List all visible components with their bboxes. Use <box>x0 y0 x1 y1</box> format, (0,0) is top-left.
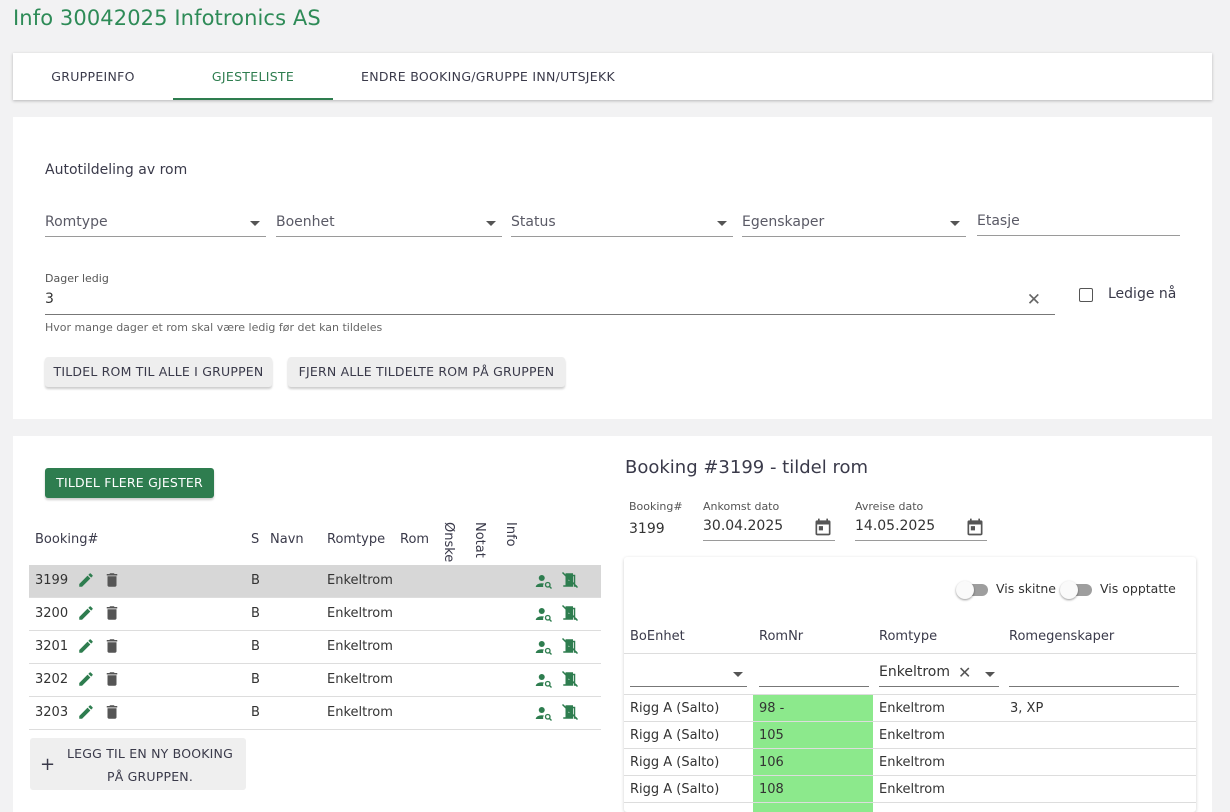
ankomst-label: Ankomst dato <box>703 500 780 513</box>
romnr-filter[interactable] <box>759 664 869 687</box>
col-romtype[interactable]: Romtype <box>327 532 385 547</box>
room-row-partial <box>624 803 1196 812</box>
col-notat[interactable]: Notat <box>472 522 487 558</box>
col-romnr[interactable]: RomNr <box>759 629 803 644</box>
col-s[interactable]: S <box>251 532 259 547</box>
trash-icon[interactable] <box>103 670 121 688</box>
clear-icon[interactable]: ✕ <box>958 663 971 682</box>
table-row[interactable]: 3199 B Enkeltrom <box>29 565 601 598</box>
autotildeling-title: Autotildeling av rom <box>45 162 188 178</box>
col-onske[interactable]: Ønske <box>441 522 456 562</box>
chevron-down-icon <box>950 221 960 226</box>
avreise-date-input[interactable]: 14.05.2025 <box>855 518 987 541</box>
no-room-icon[interactable] <box>561 670 579 688</box>
trash-icon[interactable] <box>103 637 121 655</box>
booking-number-value: 3199 <box>629 521 665 537</box>
room-row[interactable]: Rigg A (Salto) 98 - Enkeltrom 3, XP <box>624 695 1196 722</box>
autotildeling-card: Autotildeling av rom Romtype Boenhet Sta… <box>13 117 1212 419</box>
person-search-icon[interactable] <box>535 704 553 722</box>
boenhet-select[interactable]: Boenhet <box>276 214 502 237</box>
no-room-icon[interactable] <box>561 637 579 655</box>
trash-icon[interactable] <box>103 703 121 721</box>
table-row[interactable]: 3202 B Enkeltrom <box>29 664 601 697</box>
booking-heading: Booking #3199 - tildel rom <box>625 457 869 478</box>
romegenskaper-filter[interactable] <box>1009 664 1179 687</box>
person-search-icon[interactable] <box>535 671 553 689</box>
chevron-down-icon <box>486 221 496 226</box>
room-free-cell <box>753 803 873 812</box>
egenskaper-select[interactable]: Egenskaper <box>742 214 966 237</box>
calendar-icon[interactable] <box>813 517 833 537</box>
person-search-icon[interactable] <box>535 638 553 656</box>
dager-ledig-hint: Hvor mange dager et rom skal være ledig … <box>45 321 383 334</box>
edit-icon[interactable] <box>77 571 95 589</box>
legg-til-booking-button[interactable]: + LEGG TIL EN NY BOOKING PÅ GRUPPEN. <box>30 738 246 790</box>
vis-opptatte-toggle[interactable] <box>1060 581 1092 599</box>
romtype-filter[interactable]: Enkeltrom ✕ <box>879 663 999 687</box>
table-row[interactable]: 3201 B Enkeltrom <box>29 631 601 664</box>
edit-icon[interactable] <box>77 703 95 721</box>
trash-icon[interactable] <box>103 604 121 622</box>
dager-ledig-input[interactable]: 3 ✕ <box>45 290 1055 315</box>
chevron-down-icon <box>250 221 260 226</box>
col-navn[interactable]: Navn <box>270 532 304 547</box>
edit-icon[interactable] <box>77 604 95 622</box>
room-row[interactable]: Rigg A (Salto) 108 Enkeltrom <box>624 776 1196 803</box>
col-rom[interactable]: Rom <box>400 532 429 547</box>
col-boenhet[interactable]: BoEnhet <box>630 629 685 644</box>
fjern-tildelte-button[interactable]: FJERN ALLE TILDELTE ROM PÅ GRUPPEN <box>288 357 565 387</box>
table-row[interactable]: 3203 B Enkeltrom <box>29 697 601 730</box>
edit-icon[interactable] <box>77 670 95 688</box>
room-row[interactable]: Rigg A (Salto) 106 Enkeltrom <box>624 749 1196 776</box>
gjester-card: TILDEL FLERE GJESTER Booking# S Navn Rom… <box>13 436 1212 812</box>
chevron-down-icon <box>717 221 727 226</box>
etasje-input[interactable]: Etasje <box>977 213 1180 236</box>
calendar-icon[interactable] <box>965 517 985 537</box>
avreise-label: Avreise dato <box>855 500 924 513</box>
no-room-icon[interactable] <box>561 604 579 622</box>
vis-opptatte-label: Vis opptatte <box>1100 581 1176 596</box>
col-romtype[interactable]: Romtype <box>879 629 937 644</box>
no-room-icon[interactable] <box>561 703 579 721</box>
ledige-na-checkbox[interactable] <box>1079 288 1093 302</box>
room-table-header: BoEnhet RomNr Romtype Romegenskaper <box>624 617 1196 654</box>
col-booking[interactable]: Booking# <box>35 532 98 547</box>
tab-gruppeinfo[interactable]: GRUPPEINFO <box>13 53 173 100</box>
vis-skitne-toggle[interactable] <box>956 581 988 599</box>
boenhet-filter[interactable] <box>630 664 747 687</box>
clear-icon[interactable]: ✕ <box>1027 290 1041 310</box>
tildel-flere-gjester-button[interactable]: TILDEL FLERE GJESTER <box>45 468 214 498</box>
col-romegenskaper[interactable]: Romegenskaper <box>1009 629 1114 644</box>
table-row[interactable]: 3200 B Enkeltrom <box>29 598 601 631</box>
chevron-down-icon <box>733 672 743 677</box>
ankomst-date-input[interactable]: 30.04.2025 <box>703 518 835 541</box>
romtype-select[interactable]: Romtype <box>45 214 266 237</box>
person-search-icon[interactable] <box>535 572 553 590</box>
chevron-down-icon <box>985 672 995 677</box>
booking-number-label: Booking# <box>629 500 683 513</box>
room-table-card: Vis skitne Vis opptatte BoEnhet RomNr Ro… <box>624 557 1196 812</box>
tab-endre-booking[interactable]: ENDRE BOOKING/GRUPPE INN/UTSJEKK <box>333 53 643 100</box>
dager-ledig-label: Dager ledig <box>45 272 109 285</box>
room-row[interactable]: Rigg A (Salto) 105 Enkeltrom <box>624 722 1196 749</box>
col-info[interactable]: Info <box>503 522 518 547</box>
trash-icon[interactable] <box>103 571 121 589</box>
tildel-rom-alle-button[interactable]: TILDEL ROM TIL ALLE I GRUPPEN <box>45 357 272 387</box>
tab-gjesteliste[interactable]: GJESTELISTE <box>173 53 333 100</box>
no-room-icon[interactable] <box>561 571 579 589</box>
status-select[interactable]: Status <box>511 214 733 237</box>
room-filter-row: Enkeltrom ✕ <box>624 654 1196 695</box>
tab-bar: GRUPPEINFO GJESTELISTE ENDRE BOOKING/GRU… <box>13 53 1212 100</box>
ledige-na-label: Ledige nå <box>1108 286 1177 302</box>
page-title: Info 30042025 Infotronics AS <box>13 6 321 30</box>
plus-icon: + <box>40 754 56 775</box>
vis-skitne-label: Vis skitne <box>996 581 1056 596</box>
person-search-icon[interactable] <box>535 605 553 623</box>
edit-icon[interactable] <box>77 637 95 655</box>
